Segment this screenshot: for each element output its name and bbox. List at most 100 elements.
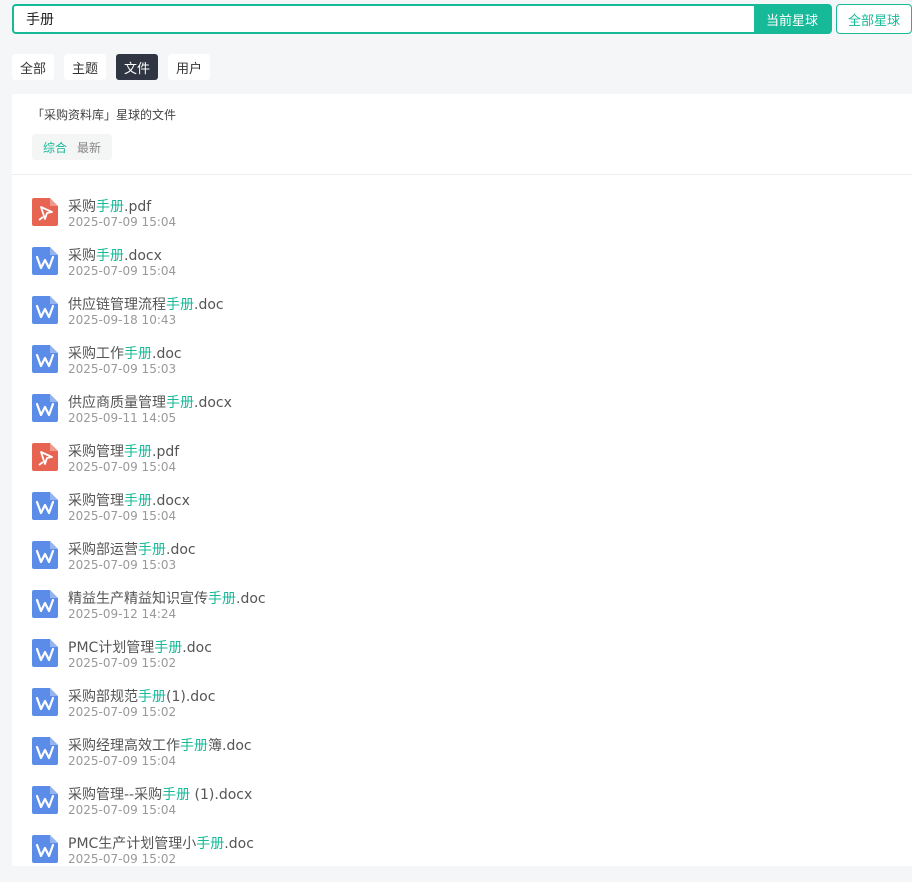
file-name[interactable]: 采购经理高效工作手册簿.doc: [68, 735, 252, 755]
file-date: 2025-07-09 15:03: [68, 362, 177, 376]
file-item[interactable]: 采购手册.pdf 2025-07-09 15:04: [32, 196, 892, 245]
file-name-highlight: 手册: [96, 199, 124, 215]
word-icon: [32, 541, 58, 569]
file-name-highlight: 手册: [124, 493, 152, 509]
file-name-highlight: 手册: [138, 689, 166, 705]
search-bar: 当前星球 全部星球: [12, 4, 912, 34]
file-name-prefix: 供应链管理流程: [68, 297, 166, 313]
file-date: 2025-07-09 15:04: [68, 803, 177, 817]
file-name-prefix: 采购: [68, 199, 96, 215]
file-item[interactable]: 采购部运营手册.doc 2025-07-09 15:03: [32, 539, 892, 588]
word-icon: [32, 394, 58, 422]
file-date: 2025-07-09 15:02: [68, 656, 177, 670]
file-name-prefix: 采购部运营: [68, 542, 138, 558]
pdf-icon: [32, 443, 58, 471]
file-name[interactable]: 供应链管理流程手册.doc: [68, 294, 224, 314]
file-name-prefix: 采购: [68, 248, 96, 264]
file-name-highlight: 手册: [138, 542, 166, 558]
file-name-suffix: .doc: [152, 346, 182, 362]
file-name[interactable]: 采购管理--采购手册 (1).docx: [68, 784, 252, 804]
file-name-suffix: (1).docx: [190, 787, 253, 803]
file-item[interactable]: 采购管理--采购手册 (1).docx 2025-07-09 15:04: [32, 784, 892, 833]
file-item[interactable]: 供应商质量管理手册.docx 2025-09-11 14:05: [32, 392, 892, 441]
file-name-prefix: 采购管理--采购: [68, 787, 163, 803]
tab-users[interactable]: 用户: [168, 54, 211, 80]
word-icon: [32, 345, 58, 373]
file-date: 2025-09-12 14:24: [68, 607, 177, 621]
file-item[interactable]: 供应链管理流程手册.doc 2025-09-18 10:43: [32, 294, 892, 343]
file-item[interactable]: 采购工作手册.doc 2025-07-09 15:03: [32, 343, 892, 392]
file-name-highlight: 手册: [166, 395, 194, 411]
word-icon: [32, 688, 58, 716]
file-name[interactable]: PMC生产计划管理小手册.doc: [68, 833, 254, 853]
file-item[interactable]: 精益生产精益知识宣传手册.doc 2025-09-12 14:24: [32, 588, 892, 637]
file-date: 2025-07-09 15:04: [68, 754, 177, 768]
file-name[interactable]: 采购管理手册.pdf: [68, 441, 179, 461]
tab-topics[interactable]: 主题: [64, 54, 107, 80]
file-item[interactable]: 采购经理高效工作手册簿.doc 2025-07-09 15:04: [32, 735, 892, 784]
file-name[interactable]: 采购部运营手册.doc: [68, 539, 196, 559]
filter-tabs: 全部 主题 文件 用户: [12, 54, 211, 80]
file-name-suffix: .docx: [194, 395, 232, 411]
file-name-highlight: 手册: [124, 444, 152, 460]
file-name[interactable]: 采购手册.pdf: [68, 196, 151, 216]
file-name-prefix: 采购管理: [68, 444, 124, 460]
file-item[interactable]: 采购手册.docx 2025-07-09 15:04: [32, 245, 892, 294]
file-date: 2025-09-18 10:43: [68, 313, 177, 327]
file-name-prefix: 采购工作: [68, 346, 124, 362]
file-name-suffix: .doc: [236, 591, 266, 607]
file-name-suffix: 簿.doc: [208, 738, 252, 754]
file-name-suffix: .doc: [166, 542, 196, 558]
file-item[interactable]: 采购管理手册.pdf 2025-07-09 15:04: [32, 441, 892, 490]
sort-toggle: 综合 最新: [32, 134, 113, 160]
file-item[interactable]: PMC生产计划管理小手册.doc 2025-07-09 15:02: [32, 833, 892, 882]
file-date: 2025-07-09 15:04: [68, 460, 177, 474]
file-name-prefix: 采购部规范: [68, 689, 138, 705]
tab-files[interactable]: 文件: [116, 54, 159, 80]
file-item[interactable]: PMC计划管理手册.doc 2025-07-09 15:02: [32, 637, 892, 686]
file-name-prefix: 采购管理: [68, 493, 124, 509]
file-name[interactable]: PMC计划管理手册.doc: [68, 637, 212, 657]
sort-comprehensive[interactable]: 综合: [38, 139, 72, 156]
file-name[interactable]: 精益生产精益知识宣传手册.doc: [68, 588, 266, 608]
file-name-highlight: 手册: [180, 738, 208, 754]
file-name-suffix: (1).doc: [166, 689, 216, 705]
file-name-highlight: 手册: [96, 248, 124, 264]
file-name-highlight: 手册: [166, 297, 194, 313]
file-name-highlight: 手册: [208, 591, 236, 607]
file-name-prefix: 采购经理高效工作: [68, 738, 180, 754]
file-item[interactable]: 采购管理手册.docx 2025-07-09 15:04: [32, 490, 892, 539]
file-name-suffix: .pdf: [124, 199, 152, 215]
word-icon: [32, 737, 58, 765]
file-name-highlight: 手册: [162, 787, 191, 803]
file-name-prefix: PMC计划管理: [68, 640, 155, 656]
word-icon: [32, 590, 58, 618]
file-date: 2025-09-11 14:05: [68, 411, 177, 425]
file-name-suffix: .doc: [194, 297, 224, 313]
search-input[interactable]: [14, 6, 754, 32]
word-icon: [32, 639, 58, 667]
file-name-prefix: 精益生产精益知识宣传: [68, 591, 208, 607]
file-name-highlight: 手册: [154, 640, 183, 656]
file-name[interactable]: 供应商质量管理手册.docx: [68, 392, 232, 412]
file-name-suffix: .docx: [152, 493, 190, 509]
file-name[interactable]: 采购管理手册.docx: [68, 490, 190, 510]
sort-latest[interactable]: 最新: [72, 139, 106, 156]
tab-all[interactable]: 全部: [12, 54, 55, 80]
panel-title: 「采购资料库」星球的文件: [32, 108, 177, 122]
file-name[interactable]: 采购部规范手册(1).doc: [68, 686, 215, 706]
file-name[interactable]: 采购手册.docx: [68, 245, 162, 265]
file-date: 2025-07-09 15:02: [68, 852, 177, 866]
file-date: 2025-07-09 15:03: [68, 558, 177, 572]
file-date: 2025-07-09 15:04: [68, 509, 177, 523]
file-list: 采购手册.pdf 2025-07-09 15:04 采购手册.docx 2025-07…: [32, 196, 892, 882]
file-name[interactable]: 采购工作手册.doc: [68, 343, 182, 363]
file-name-prefix: 供应商质量管理: [68, 395, 166, 411]
file-date: 2025-07-09 15:04: [68, 215, 177, 229]
file-item[interactable]: 采购部规范手册(1).doc 2025-07-09 15:02: [32, 686, 892, 735]
all-planets-button[interactable]: 全部星球: [836, 4, 912, 34]
file-date: 2025-07-09 15:04: [68, 264, 177, 278]
file-name-suffix: .doc: [182, 640, 212, 656]
file-name-highlight: 手册: [124, 346, 152, 362]
current-planet-button[interactable]: 当前星球: [754, 6, 830, 32]
